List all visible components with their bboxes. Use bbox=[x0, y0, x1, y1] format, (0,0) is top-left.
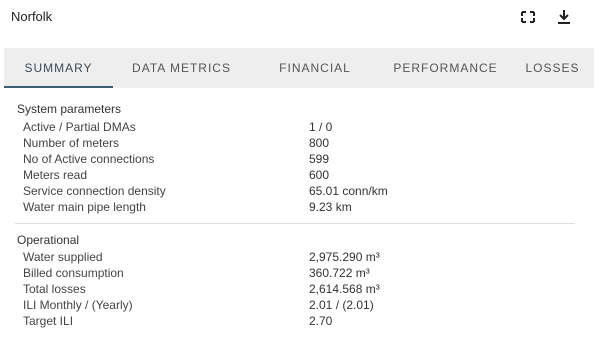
list-item: No of Active connections 599 bbox=[0, 152, 600, 168]
list-item: Meters read 600 bbox=[0, 168, 600, 184]
system-parameters-heading: System parameters bbox=[17, 102, 122, 116]
page-title: Norfolk bbox=[11, 9, 53, 24]
tab-losses[interactable]: LOSSES bbox=[511, 48, 594, 88]
row-label: Water supplied bbox=[23, 250, 103, 264]
list-item: Number of meters 800 bbox=[0, 136, 600, 152]
list-item: Active / Partial DMAs 1 / 0 bbox=[0, 120, 600, 136]
row-value: 2,614.568 m³ bbox=[309, 282, 380, 296]
row-label: Meters read bbox=[23, 168, 88, 182]
list-item: Target ILI 2.70 bbox=[0, 314, 600, 330]
row-value: 360.722 m³ bbox=[309, 266, 370, 280]
row-label: Number of meters bbox=[23, 136, 120, 150]
list-item: Service connection density 65.01 conn/km bbox=[0, 184, 600, 200]
tab-data-metrics[interactable]: DATA METRICS bbox=[113, 48, 250, 88]
list-item: ILI Monthly / (Yearly) 2.01 / (2.01) bbox=[0, 298, 600, 314]
row-label: Total losses bbox=[23, 282, 86, 296]
row-value: 600 bbox=[309, 168, 330, 182]
header: Norfolk bbox=[0, 0, 600, 34]
row-label: No of Active connections bbox=[23, 152, 155, 166]
row-value: 2,975.290 m³ bbox=[309, 250, 380, 264]
download-icon[interactable] bbox=[553, 7, 575, 27]
tab-performance[interactable]: PERFORMANCE bbox=[380, 48, 511, 88]
list-item: Water main pipe length 9.23 km bbox=[0, 200, 600, 216]
section-divider bbox=[15, 223, 575, 224]
row-value: 9.23 km bbox=[309, 200, 352, 214]
row-value: 1 / 0 bbox=[309, 120, 333, 134]
list-item: Water supplied 2,975.290 m³ bbox=[0, 250, 600, 266]
list-item: Billed consumption 360.722 m³ bbox=[0, 266, 600, 282]
tab-bar: SUMMARY DATA METRICS FINANCIAL PERFORMAN… bbox=[4, 48, 594, 88]
row-label: Service connection density bbox=[23, 184, 166, 198]
row-label: Water main pipe length bbox=[23, 200, 146, 214]
row-label: Target ILI bbox=[23, 314, 74, 328]
tab-financial[interactable]: FINANCIAL bbox=[250, 48, 380, 88]
operational-heading: Operational bbox=[17, 233, 80, 247]
row-value: 800 bbox=[309, 136, 330, 150]
row-value: 2.70 bbox=[309, 314, 333, 328]
fullscreen-icon[interactable] bbox=[517, 7, 539, 27]
tab-summary[interactable]: SUMMARY bbox=[4, 48, 113, 88]
row-value: 2.01 / (2.01) bbox=[309, 298, 374, 312]
row-label: Billed consumption bbox=[23, 266, 124, 280]
row-value: 599 bbox=[309, 152, 330, 166]
row-label: Active / Partial DMAs bbox=[23, 120, 136, 134]
row-label: ILI Monthly / (Yearly) bbox=[23, 298, 133, 312]
row-value: 65.01 conn/km bbox=[309, 184, 388, 198]
list-item: Total losses 2,614.568 m³ bbox=[0, 282, 600, 298]
